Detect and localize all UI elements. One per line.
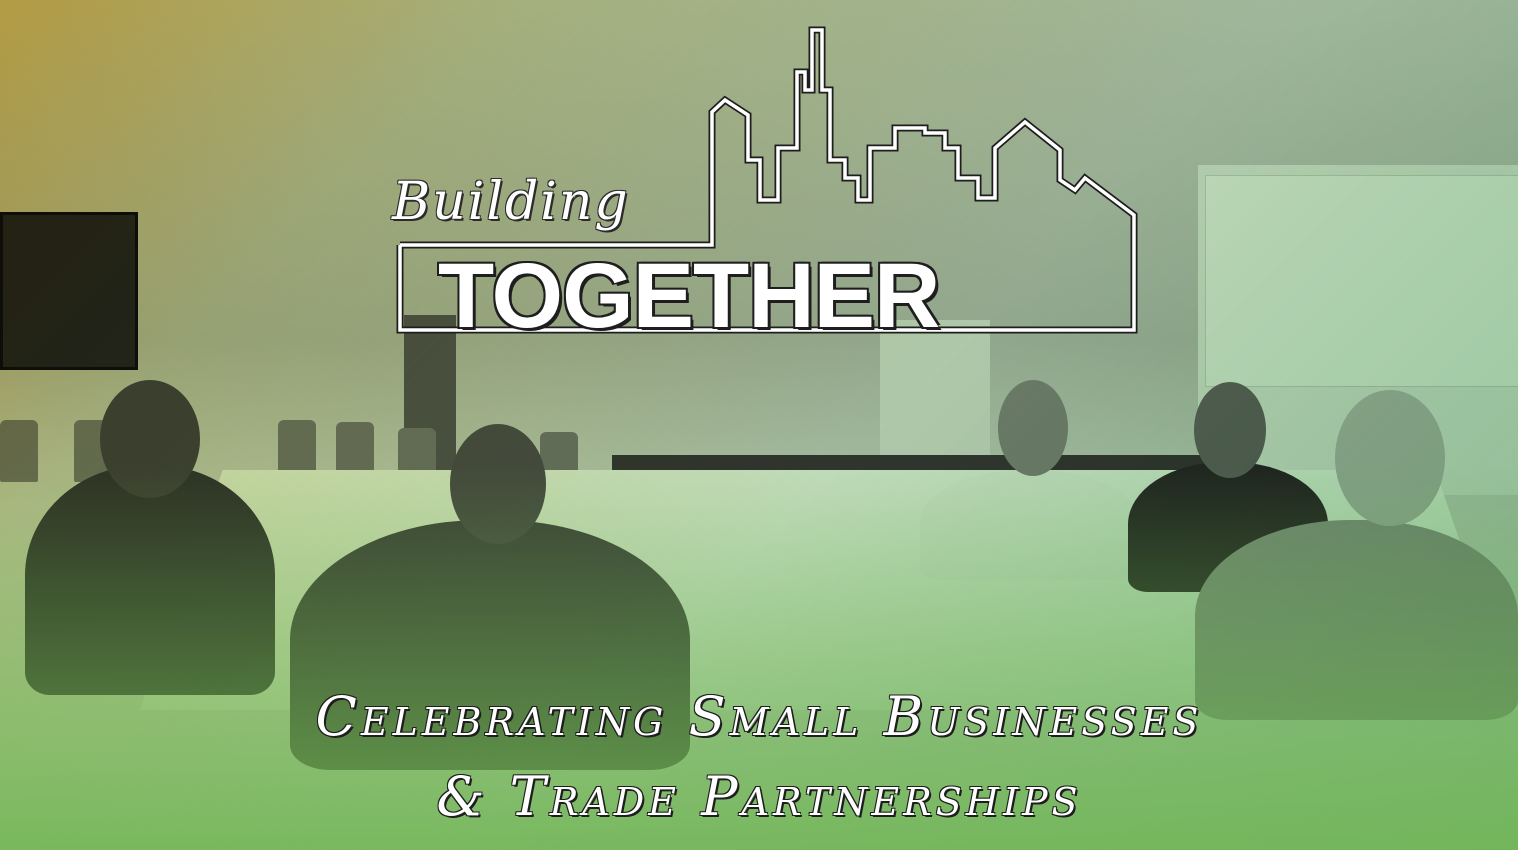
logo-title-top: Building [392, 172, 630, 232]
banner-graphic: Building TOGETHER Celebrating Small Busi… [0, 0, 1518, 850]
subtitle-line-2: & Trade Partnerships [436, 765, 1082, 828]
logo-title-main: TOGETHER [438, 245, 940, 347]
subtitle-line-1: Celebrating Small Businesses [315, 685, 1203, 748]
